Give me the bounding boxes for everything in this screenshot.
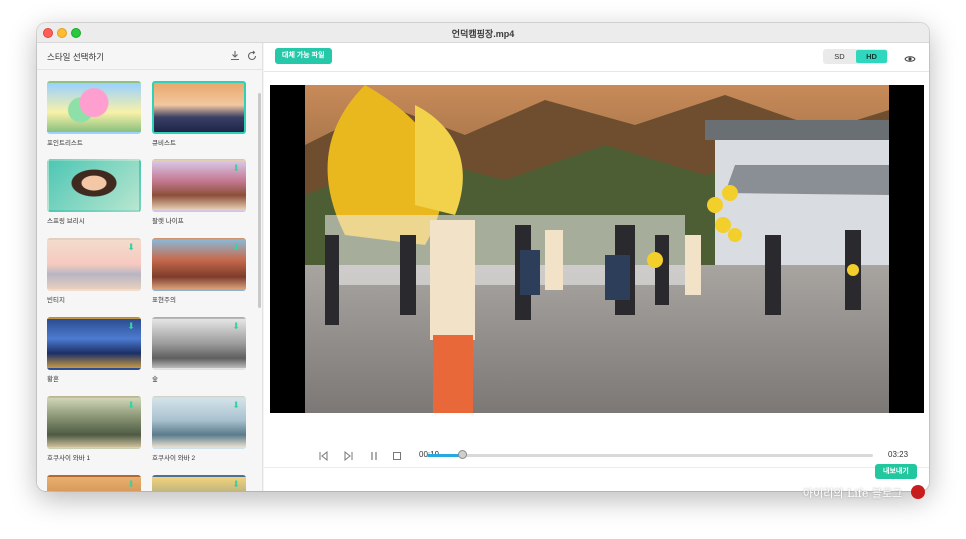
window-title: 언덕캠핑장.mp4 — [451, 29, 515, 39]
style-label: 팔렛 나이프 — [152, 218, 184, 225]
download-icon[interactable] — [229, 50, 241, 62]
download-badge-icon: ⬇ — [232, 400, 240, 410]
style-thumbnail[interactable] — [47, 159, 141, 212]
quality-sd-option[interactable]: SD — [824, 50, 855, 63]
watermark-logo: 아이리의 Life 블로그 — [800, 480, 930, 504]
video-frame-image — [305, 85, 889, 413]
style-item-cubist[interactable]: 큐비스트 — [152, 81, 246, 147]
sidebar-title: 스타일 선택하기 — [47, 52, 105, 62]
style-thumbnail[interactable]: ⬇ — [152, 475, 246, 491]
style-thumbnail[interactable]: ⬇ — [47, 475, 141, 491]
style-label: 스프링 브리시 — [47, 218, 85, 225]
style-item-partial[interactable]: ⬇ — [152, 475, 246, 491]
main-toolbar: 대체 가능 파일 SD HD — [264, 43, 929, 72]
title-bar: 언덕캠핑장.mp4 — [37, 23, 929, 43]
style-thumbnail[interactable]: ⬇ — [152, 159, 246, 212]
style-item-palette-knife[interactable]: ⬇ 팔렛 나이프 — [152, 159, 246, 225]
sidebar-header: 스타일 선택하기 — [37, 43, 262, 70]
style-label: 포인트리스트 — [47, 140, 83, 147]
style-label: 호쿠사이 와바 1 — [47, 455, 91, 462]
style-label: 숲 — [152, 376, 158, 383]
style-item-hokusai-1[interactable]: ⬇ 호쿠사이 와바 1 — [47, 396, 141, 462]
style-item-expressionism[interactable]: ⬇ 표현주의 — [152, 238, 246, 304]
style-thumbnail[interactable]: ⬇ — [152, 396, 246, 449]
app-window: 언덕캠핑장.mp4 스타일 선택하기 포인트리스트 큐비스트 스프링 브리시 ⬇… — [37, 23, 929, 491]
download-badge-icon: ⬇ — [127, 400, 135, 410]
previous-frame-icon[interactable] — [317, 449, 329, 462]
download-badge-icon: ⬇ — [127, 321, 135, 331]
style-item-spring-brush[interactable]: 스프링 브리시 — [47, 159, 141, 225]
total-time: 03:23 — [888, 450, 909, 459]
refresh-icon[interactable] — [246, 50, 258, 62]
video-preview[interactable] — [270, 85, 924, 413]
style-item-partial[interactable]: ⬇ — [47, 475, 141, 491]
download-badge-icon: ⬇ — [232, 321, 240, 331]
style-item-dusk[interactable]: ⬇ 황혼 — [47, 317, 141, 383]
playback-controls: 00:19 03:23 — [264, 443, 929, 468]
main-panel: 대체 가능 파일 SD HD 03:23 내보내기 — [264, 43, 929, 491]
style-thumbnail[interactable]: ⬇ — [47, 396, 141, 449]
eye-icon[interactable] — [904, 51, 916, 62]
download-badge-icon: ⬇ — [232, 163, 240, 173]
seek-handle[interactable] — [457, 450, 467, 459]
style-thumbnail[interactable]: ⬇ — [47, 317, 141, 370]
style-sidebar: 스타일 선택하기 포인트리스트 큐비스트 스프링 브리시 ⬇ 팔렛 나이프 ⬇ … — [37, 43, 263, 491]
style-item-pointillism[interactable]: 포인트리스트 — [47, 81, 141, 147]
export-button[interactable]: 내보내기 — [875, 464, 917, 479]
style-label: 호쿠사이 와바 2 — [152, 455, 196, 462]
style-thumbnail[interactable]: ⬇ — [152, 238, 246, 291]
style-thumbnail[interactable]: ⬇ — [47, 238, 141, 291]
replace-file-button[interactable]: 대체 가능 파일 — [275, 48, 332, 64]
style-thumbnail[interactable]: ⬇ — [152, 317, 246, 370]
style-thumbnail[interactable] — [47, 81, 141, 134]
download-badge-icon: ⬇ — [127, 242, 135, 252]
stop-icon[interactable] — [391, 449, 403, 461]
next-frame-icon[interactable] — [343, 449, 355, 462]
style-item-hokusai-2[interactable]: ⬇ 호쿠사이 와바 2 — [152, 396, 246, 462]
download-badge-icon: ⬇ — [232, 242, 240, 252]
pause-icon[interactable] — [368, 449, 380, 461]
download-badge-icon: ⬇ — [232, 479, 240, 489]
style-label: 큐비스트 — [152, 140, 176, 147]
quality-toggle[interactable]: SD HD — [823, 49, 888, 64]
seek-bar[interactable] — [427, 454, 873, 457]
style-label: 표현주의 — [152, 297, 176, 304]
style-item-forest[interactable]: ⬇ 숲 — [152, 317, 246, 383]
style-item-vintage[interactable]: ⬇ 빈티지 — [47, 238, 141, 304]
sidebar-scrollbar[interactable] — [258, 93, 261, 308]
style-label: 빈티지 — [47, 297, 65, 304]
style-thumbnail-selected[interactable] — [152, 81, 246, 134]
quality-hd-option[interactable]: HD — [856, 50, 887, 63]
download-badge-icon: ⬇ — [127, 479, 135, 489]
style-label: 황혼 — [47, 376, 59, 383]
